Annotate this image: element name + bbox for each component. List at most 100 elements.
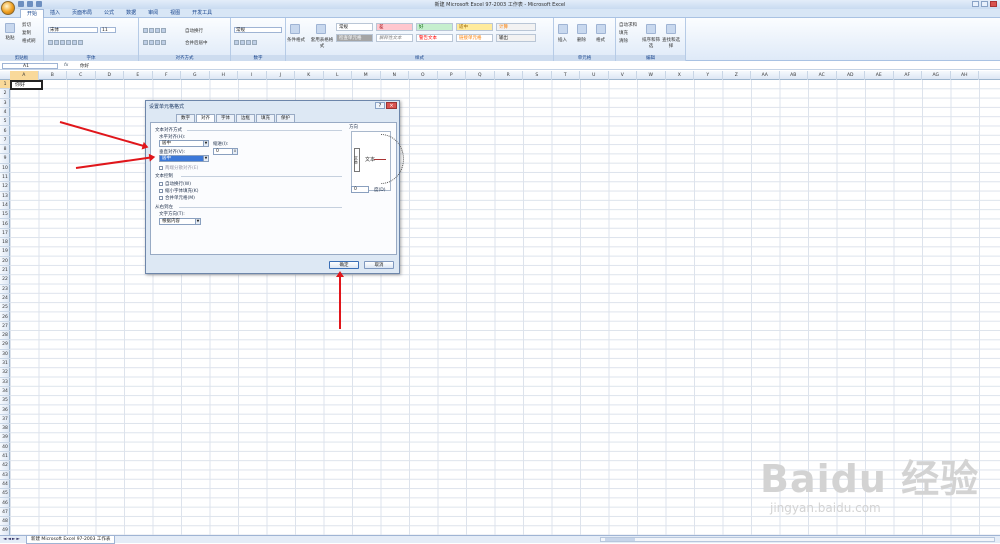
row-header[interactable]: 37 <box>0 415 10 425</box>
align-right-icon[interactable] <box>155 39 160 45</box>
sheet-nav-arrows[interactable]: ◄◄►► <box>3 536 21 543</box>
style-output[interactable]: 输出 <box>496 34 536 42</box>
row-header[interactable]: 32 <box>0 368 10 378</box>
column-header[interactable]: Y <box>694 71 723 80</box>
format-icon[interactable] <box>596 24 606 34</box>
delete-icon[interactable] <box>577 24 587 34</box>
font-size-select[interactable]: 11 <box>100 27 116 33</box>
row-header[interactable]: 17 <box>0 229 10 239</box>
currency-icon[interactable] <box>234 39 239 45</box>
copy-button[interactable]: 复制 <box>22 30 31 36</box>
row-header[interactable]: 5 <box>0 117 10 127</box>
merge-cells-checkbox[interactable]: 合并单元格(M) <box>159 195 195 201</box>
sort-filter-icon[interactable] <box>646 24 656 34</box>
style-normal[interactable]: 常规 <box>336 23 373 31</box>
row-header[interactable]: 31 <box>0 359 10 369</box>
row-header[interactable]: 26 <box>0 313 10 322</box>
vertical-select[interactable]: 居中 ▼ <box>159 155 209 162</box>
row-header[interactable]: 4 <box>0 108 10 118</box>
column-header[interactable]: T <box>552 71 580 80</box>
degrees-spinner[interactable]: 0 <box>351 186 369 193</box>
percent-icon[interactable] <box>240 39 245 45</box>
column-header[interactable]: AA <box>751 71 780 80</box>
tab-home[interactable]: 开始 <box>20 9 45 18</box>
row-header[interactable]: 15 <box>0 210 10 220</box>
row-header[interactable]: 20 <box>0 257 10 266</box>
insert-icon[interactable] <box>558 24 568 34</box>
horizontal-select[interactable]: 居中 ▼ <box>159 140 209 147</box>
row-header[interactable]: 45 <box>0 489 10 499</box>
merge-center-button[interactable]: 合并后居中 <box>185 40 208 46</box>
name-box[interactable]: A1 <box>2 63 58 69</box>
column-header[interactable]: AC <box>808 71 837 80</box>
row-header[interactable]: 36 <box>0 406 10 415</box>
row-header[interactable]: 11 <box>0 173 10 183</box>
ok-button[interactable]: 确定 <box>329 261 359 269</box>
comma-icon[interactable] <box>246 39 251 45</box>
row-header[interactable]: 14 <box>0 201 10 211</box>
row-header[interactable]: 18 <box>0 238 10 248</box>
row-header[interactable]: 30 <box>0 350 10 359</box>
minimize-button[interactable] <box>972 1 979 7</box>
formula-content[interactable]: 你好 <box>80 63 89 69</box>
help-button[interactable]: ? <box>375 102 385 109</box>
dialog-close-button[interactable]: × <box>386 102 397 109</box>
number-format-select[interactable]: 常规 <box>234 27 282 33</box>
align-top-icon[interactable] <box>143 27 148 33</box>
row-header[interactable]: 43 <box>0 471 10 480</box>
column-header[interactable]: B <box>39 71 67 80</box>
row-header[interactable]: 16 <box>0 220 10 229</box>
row-header[interactable]: 10 <box>0 164 10 173</box>
font-name-select[interactable]: 宋体 <box>48 27 98 33</box>
row-header[interactable]: 23 <box>0 285 10 294</box>
row-header[interactable]: 19 <box>0 247 10 257</box>
column-header[interactable]: V <box>609 71 637 80</box>
row-header[interactable]: 33 <box>0 378 10 387</box>
text-direction-select[interactable]: 根据内容 ▼ <box>159 218 201 225</box>
indent-spinner[interactable]: 0 ⇕ <box>213 148 238 155</box>
column-header[interactable]: G <box>181 71 210 80</box>
row-header[interactable]: 46 <box>0 499 10 508</box>
tab-number[interactable]: 数字 <box>176 114 195 122</box>
row-header[interactable]: 7 <box>0 136 10 146</box>
italic-icon[interactable] <box>54 39 59 45</box>
column-header[interactable]: U <box>580 71 609 80</box>
column-header[interactable]: M <box>352 71 381 80</box>
style-neutral[interactable]: 适中 <box>456 23 493 31</box>
row-header[interactable]: 12 <box>0 182 10 192</box>
column-header[interactable]: J <box>267 71 295 80</box>
vertical-text-box[interactable]: 文本 <box>354 148 360 172</box>
scroll-thumb[interactable] <box>605 538 635 541</box>
wrap-text-checkbox[interactable]: 自动换行(W) <box>159 181 191 187</box>
tab-font[interactable]: 字体 <box>216 114 235 122</box>
row-header[interactable]: 44 <box>0 480 10 490</box>
tab-view[interactable]: 视图 <box>164 9 186 18</box>
row-header[interactable]: 21 <box>0 266 10 276</box>
align-bottom-icon[interactable] <box>155 27 160 33</box>
column-header[interactable]: S <box>523 71 552 80</box>
style-bad[interactable]: 差 <box>376 23 413 31</box>
orientation-control[interactable]: 文本 文本 <box>351 131 404 191</box>
column-header[interactable]: K <box>295 71 324 80</box>
tab-protection[interactable]: 保护 <box>276 114 295 122</box>
column-header[interactable]: AH <box>951 71 979 80</box>
column-header[interactable]: X <box>666 71 694 80</box>
tab-formulas[interactable]: 公式 <box>98 9 120 18</box>
column-header[interactable]: W <box>637 71 666 80</box>
row-header[interactable]: 29 <box>0 340 10 350</box>
row-header[interactable]: 40 <box>0 443 10 452</box>
clear-button[interactable]: 清除 <box>619 38 628 44</box>
maximize-button[interactable] <box>981 1 988 7</box>
row-header[interactable]: 9 <box>0 154 10 164</box>
wrap-text-button[interactable]: 自动换行 <box>185 28 203 34</box>
style-linked-cell[interactable]: 链接单元格 <box>456 34 493 42</box>
format-as-table-icon[interactable] <box>316 24 326 34</box>
column-header[interactable]: AD <box>837 71 865 80</box>
bold-icon[interactable] <box>48 39 53 45</box>
row-header[interactable]: 22 <box>0 275 10 285</box>
row-header[interactable]: 24 <box>0 294 10 304</box>
style-explanatory[interactable]: 解释性文本 <box>376 34 413 42</box>
column-header[interactable]: N <box>381 71 409 80</box>
row-header[interactable]: 42 <box>0 461 10 471</box>
style-warning[interactable]: 警告文本 <box>416 34 453 42</box>
